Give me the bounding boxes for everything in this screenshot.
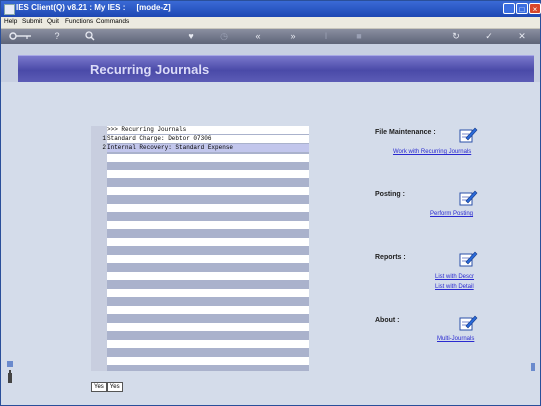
list-item[interactable]: Internal Recovery: Standard Expense <box>107 144 309 152</box>
page-banner: Recurring Journals <box>18 55 534 82</box>
edit-document-icon[interactable] <box>458 189 478 207</box>
stop-icon[interactable]: ■ <box>353 30 365 42</box>
menu-item-commands[interactable]: Commands <box>96 18 129 25</box>
empty-row[interactable] <box>107 255 309 263</box>
heart-icon[interactable]: ♥ <box>185 30 197 42</box>
empty-row[interactable] <box>107 221 309 229</box>
perform-posting-link[interactable]: Perform Posting <box>430 211 473 217</box>
bottom-tabs: Yes Yes <box>91 375 123 392</box>
window-title: IES Client(Q) v8.21 : My IES : [mode-Z] <box>16 3 171 12</box>
key-icon[interactable] <box>9 30 33 42</box>
edit-document-icon[interactable] <box>458 250 478 268</box>
list-header: >>> Recurring Journals <box>107 126 309 134</box>
empty-row[interactable] <box>107 357 309 365</box>
empty-row[interactable] <box>107 170 309 178</box>
search-icon[interactable] <box>84 30 96 42</box>
text-cursor-icon[interactable]: I <box>321 30 331 42</box>
menu-bar: Help Submit Quit Functions Commands <box>1 17 540 29</box>
menu-item-functions[interactable]: Functions <box>65 18 93 25</box>
app-icon <box>4 4 15 15</box>
file-maintenance-label: File Maintenance : <box>375 129 436 136</box>
title-bar: IES Client(Q) v8.21 : My IES : [mode-Z] … <box>1 1 541 17</box>
empty-row[interactable] <box>107 306 309 314</box>
empty-row[interactable] <box>107 340 309 348</box>
empty-row[interactable] <box>107 204 309 212</box>
side-panel-toggle-icon[interactable] <box>6 361 14 385</box>
maximize-button[interactable]: □ <box>516 3 528 14</box>
list-with-descr-link[interactable]: List with Descr <box>435 274 474 280</box>
fast-forward-icon[interactable]: » <box>286 30 300 42</box>
edit-document-icon[interactable] <box>458 126 478 144</box>
empty-row[interactable] <box>107 289 309 297</box>
close-button[interactable]: × <box>529 3 541 14</box>
rewind-icon[interactable]: « <box>251 30 265 42</box>
about-label: About : <box>375 317 400 324</box>
tab-yes[interactable]: Yes <box>91 382 107 392</box>
list-gutter <box>91 126 107 371</box>
list-with-detail-link[interactable]: List with Detail <box>435 284 474 290</box>
menu-item-quit[interactable]: Quit <box>47 18 59 25</box>
empty-row[interactable] <box>107 154 309 162</box>
journal-list: >>> Recurring Journals 1 Standard Charge… <box>91 126 309 371</box>
empty-row[interactable] <box>107 187 309 195</box>
reports-label: Reports : <box>375 254 406 261</box>
menu-item-help[interactable]: Help <box>4 18 17 25</box>
minimize-button[interactable]: _ <box>503 3 515 14</box>
list-item-number: 2 <box>102 144 106 151</box>
menu-item-submit[interactable]: Submit <box>22 18 42 25</box>
empty-row[interactable] <box>107 238 309 246</box>
toolbar: ? ♥ ◷ « » I ■ ↻ ✓ ✕ <box>1 29 540 44</box>
posting-label: Posting : <box>375 191 405 198</box>
page-title: Recurring Journals <box>90 62 210 77</box>
tab-yes-2[interactable]: Yes <box>106 382 123 392</box>
scroll-marker[interactable] <box>531 363 535 371</box>
cancel-icon[interactable]: ✕ <box>516 30 528 42</box>
confirm-icon[interactable]: ✓ <box>483 30 495 42</box>
help-icon[interactable]: ? <box>51 30 63 42</box>
app-window: IES Client(Q) v8.21 : My IES : [mode-Z] … <box>0 0 541 406</box>
empty-row[interactable] <box>107 272 309 280</box>
empty-row[interactable] <box>107 323 309 331</box>
clock-icon[interactable]: ◷ <box>218 30 230 42</box>
refresh-icon[interactable]: ↻ <box>450 30 462 42</box>
list-item-number: 1 <box>102 135 106 142</box>
multi-journals-link[interactable]: Multi-Journals <box>437 336 474 342</box>
work-with-recurring-journals-link[interactable]: Work with Recurring Journals <box>393 149 471 155</box>
list-item[interactable]: Standard Charge: Debtor 07306 <box>107 135 309 143</box>
edit-document-icon[interactable] <box>458 314 478 332</box>
